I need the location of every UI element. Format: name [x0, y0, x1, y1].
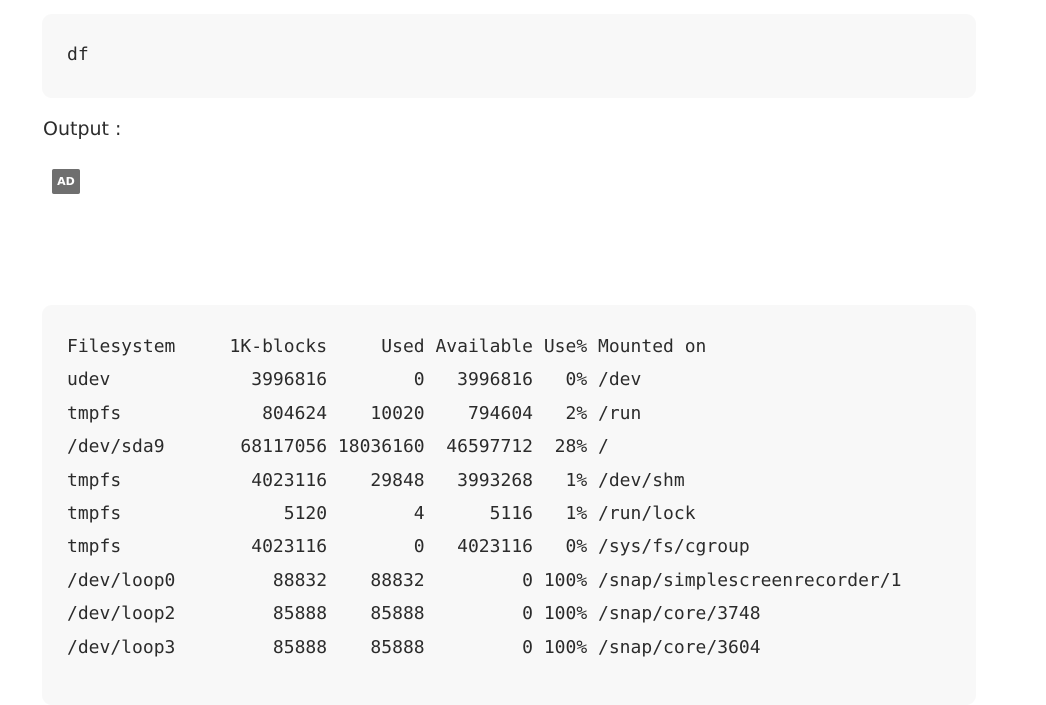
- output-line: /dev/sda9 68117056 18036160 46597712 28%…: [67, 436, 609, 458]
- output-line: udev 3996816 0 3996816 0% /dev: [67, 369, 642, 391]
- ad-badge[interactable]: AD: [52, 169, 80, 194]
- output-line: /dev/loop3 85888 85888 0 100% /snap/core…: [67, 636, 761, 658]
- output-text: Filesystem 1K-blocks Used Available Use%…: [67, 330, 901, 664]
- output-line: tmpfs 804624 10020 794604 2% /run: [67, 402, 642, 424]
- output-code-block: Filesystem 1K-blocks Used Available Use%…: [42, 305, 976, 705]
- command-text: df: [67, 44, 89, 65]
- output-label: Output :: [43, 118, 122, 140]
- output-line: /dev/loop0 88832 88832 0 100% /snap/simp…: [67, 569, 902, 591]
- output-line: /dev/loop2 85888 85888 0 100% /snap/core…: [67, 603, 761, 625]
- output-line: Filesystem 1K-blocks Used Available Use%…: [67, 336, 707, 357]
- command-code-block: df: [42, 14, 976, 98]
- output-line: tmpfs 4023116 0 4023116 0% /sys/fs/cgrou…: [67, 536, 750, 558]
- output-line: tmpfs 5120 4 5116 1% /run/lock: [67, 503, 696, 525]
- output-line: tmpfs 4023116 29848 3993268 1% /dev/shm: [67, 469, 685, 491]
